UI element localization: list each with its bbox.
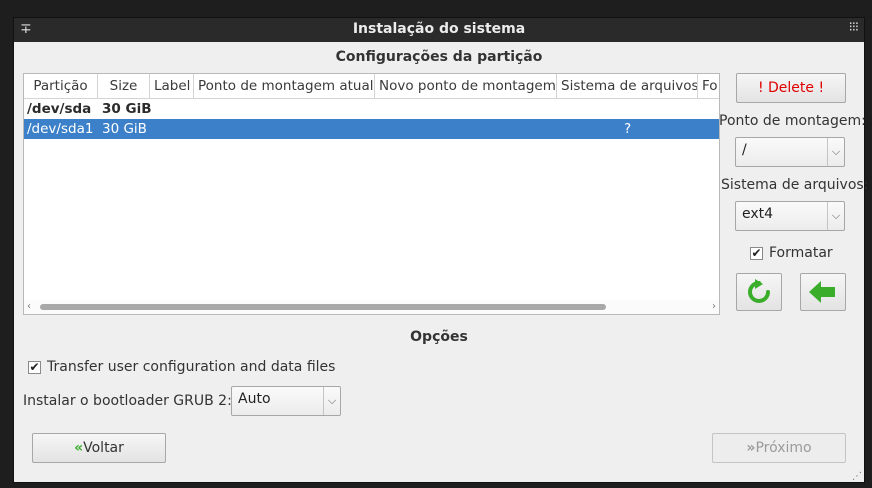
- double-chevron-left-icon: «: [74, 440, 84, 456]
- column-header-size[interactable]: Size: [98, 74, 150, 98]
- installer-window: ∓ Instalação do sistema ⁝⁝⁝ Configuraçõe…: [14, 18, 868, 482]
- bootloader-value: Auto: [238, 391, 271, 407]
- next-button-label: Próximo: [755, 440, 812, 456]
- cell-size: 30 GiB: [102, 121, 147, 137]
- bootloader-label: Instalar o bootloader GRUB 2:: [23, 393, 232, 409]
- transfer-checkbox[interactable]: ✔: [28, 361, 41, 374]
- arrow-left-icon: [809, 281, 835, 303]
- scroll-right-icon[interactable]: ›: [712, 300, 716, 314]
- cell-size: 30 GiB: [102, 101, 152, 117]
- filesystem-value: ext4: [742, 206, 774, 222]
- horizontal-scrollbar[interactable]: ‹ ›: [24, 300, 719, 314]
- back-button[interactable]: «Voltar: [32, 433, 166, 463]
- chevron-down-icon[interactable]: ⌵: [827, 138, 844, 166]
- cell-partition: /dev/sda1: [27, 121, 94, 137]
- mount-point-value: /: [742, 142, 747, 158]
- delete-button[interactable]: ! Delete !: [736, 73, 846, 103]
- chevron-down-icon[interactable]: ⌵: [827, 202, 844, 230]
- column-header-label[interactable]: Label: [150, 74, 194, 98]
- next-button[interactable]: »Próximo: [712, 433, 846, 463]
- partition-section-title: Configurações da partição: [335, 49, 543, 65]
- apply-button[interactable]: [800, 273, 846, 311]
- table-header: Partição Size Label Ponto de montagem at…: [24, 74, 719, 99]
- refresh-button[interactable]: [736, 273, 782, 311]
- resize-grip-icon[interactable]: ⋰: [852, 471, 862, 482]
- column-header-filesystem[interactable]: Sistema de arquivos: [557, 74, 698, 98]
- refresh-arrow-icon: [748, 279, 770, 303]
- menu-grip-icon[interactable]: ⁝⁝⁝: [849, 20, 859, 35]
- transfer-label: Transfer user configuration and data fil…: [47, 359, 336, 375]
- format-checkbox[interactable]: ✔: [750, 247, 763, 260]
- mount-point-label: Ponto de montagem:: [719, 113, 866, 129]
- title-bar[interactable]: ∓ Instalação do sistema ⁝⁝⁝: [14, 18, 864, 42]
- column-header-format[interactable]: Fo: [698, 74, 719, 98]
- column-header-new-mount[interactable]: Novo ponto de montagem: [375, 74, 557, 98]
- filesystem-combo[interactable]: ext4 ⌵: [735, 201, 845, 231]
- chevron-down-icon[interactable]: ⌵: [323, 387, 340, 415]
- filesystem-label: Sistema de arquivos:: [721, 177, 869, 193]
- back-button-label: Voltar: [83, 440, 124, 456]
- options-section-title: Opções: [410, 329, 468, 345]
- window-title: Instalação do sistema: [352, 21, 526, 37]
- cell-partition: /dev/sda: [27, 101, 92, 117]
- column-header-partition[interactable]: Partição: [24, 74, 98, 98]
- column-header-current-mount[interactable]: Ponto de montagem atual: [194, 74, 375, 98]
- scroll-left-icon[interactable]: ‹: [27, 300, 31, 314]
- bootloader-combo[interactable]: Auto ⌵: [231, 386, 341, 416]
- mount-point-combo[interactable]: / ⌵: [735, 137, 845, 167]
- scrollbar-thumb[interactable]: [40, 304, 606, 310]
- table-row[interactable]: /dev/sda 30 GiB: [24, 99, 719, 119]
- cell-filesystem: ?: [624, 121, 632, 137]
- partition-table[interactable]: Partição Size Label Ponto de montagem at…: [23, 73, 720, 315]
- format-label: Formatar: [769, 245, 833, 261]
- table-row[interactable]: /dev/sda1 30 GiB ?: [24, 119, 719, 139]
- delete-button-label: ! Delete !: [757, 80, 825, 96]
